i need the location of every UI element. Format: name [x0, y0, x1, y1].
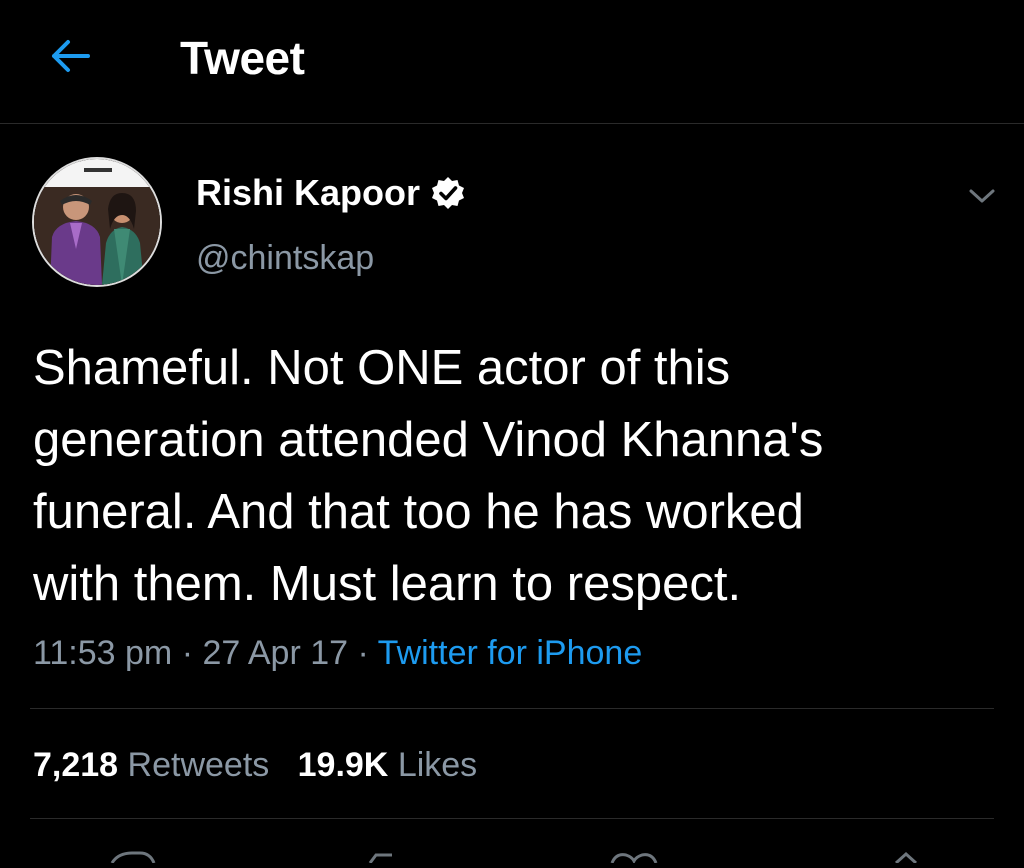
arrow-left-icon [52, 40, 90, 72]
author-handle[interactable]: @chintskap [196, 236, 374, 280]
meta-separator: · [357, 634, 369, 672]
divider [30, 708, 994, 709]
verified-badge-icon [432, 177, 465, 209]
avatar[interactable] [32, 157, 162, 287]
engagement-stats: 7,218 Retweets 19.9K Likes [33, 740, 477, 790]
likes-label: Likes [397, 746, 478, 784]
top-app-bar: Tweet [0, 0, 1024, 124]
divider [30, 818, 994, 819]
tweet-source-link[interactable]: Twitter for iPhone [378, 634, 643, 672]
action-icons-peek [110, 851, 918, 865]
tweet-date: 27 Apr 17 [202, 634, 349, 672]
author-name-row[interactable]: Rishi Kapoor [196, 170, 466, 216]
likes-count: 19.9K [297, 746, 389, 784]
retweets-count: 7,218 [33, 746, 119, 784]
author-display-name: Rishi Kapoor [196, 172, 421, 213]
action-bar [0, 850, 1024, 865]
retweets-stat[interactable]: 7,218 Retweets [33, 746, 269, 784]
tweet-body: Shameful. Not ONE actor of this generati… [33, 341, 824, 611]
meta-separator: · [181, 634, 194, 672]
back-button[interactable] [44, 32, 96, 80]
likes-stat[interactable]: 19.9K Likes [298, 746, 478, 784]
page-title: Tweet [180, 32, 305, 84]
tweet-metadata: 11:53 pm · 27 Apr 17 · Twitter for iPhon… [33, 628, 642, 678]
avatar-photo [34, 159, 160, 285]
chevron-down-icon [969, 189, 995, 203]
tweet-options-button[interactable] [962, 178, 1002, 214]
tweet-time: 11:53 pm [33, 634, 173, 672]
retweets-label: Retweets [127, 746, 270, 784]
